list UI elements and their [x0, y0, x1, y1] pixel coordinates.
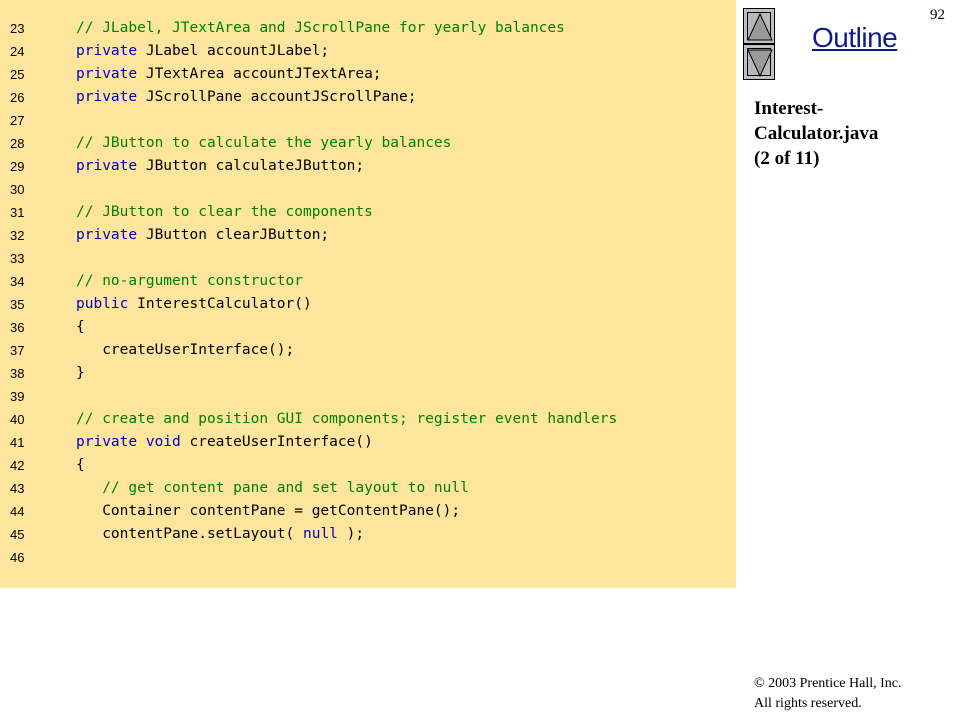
code-token-comment: // get content pane and set layout to nu…	[102, 480, 469, 496]
line-number: 46	[10, 550, 25, 565]
code-token-comment: // create and position GUI components; r…	[76, 411, 618, 427]
copyright-notice: © 2003 Prentice Hall, Inc. All rights re…	[754, 674, 902, 714]
file-label: Interest- Calculator.java (2 of 11)	[754, 96, 904, 171]
code-text: {	[76, 316, 85, 339]
code-token-keyword: private	[76, 43, 138, 59]
code-token-plain: );	[337, 526, 365, 542]
code-token-plain: JLabel accountJLabel;	[137, 43, 330, 59]
code-token-plain: contentPane.setLayout(	[76, 526, 303, 542]
code-token-plain: {	[76, 457, 85, 473]
code-token-keyword: private	[76, 158, 138, 174]
line-number: 23	[10, 21, 25, 36]
code-token-plain: JScrollPane accountJScrollPane;	[137, 89, 417, 105]
code-text: private JTextArea accountJTextArea;	[76, 63, 382, 86]
line-number: 45	[10, 527, 25, 542]
line-number: 34	[10, 274, 25, 289]
line-number: 43	[10, 481, 25, 496]
code-text: // create and position GUI components; r…	[76, 408, 617, 431]
code-text: private JLabel accountJLabel;	[76, 40, 329, 63]
file-label-line: Interest-	[754, 98, 824, 119]
line-number: 24	[10, 44, 25, 59]
code-text: // JLabel, JTextArea and JScrollPane for…	[76, 17, 565, 40]
code-token-plain: InterestCalculator()	[128, 296, 312, 312]
page-number: 92	[930, 7, 945, 23]
line-number: 28	[10, 136, 25, 151]
line-number: 41	[10, 435, 25, 450]
file-label-line: Calculator.java	[754, 123, 879, 144]
code-token-plain: JButton clearJButton;	[137, 227, 330, 243]
code-text: {	[76, 454, 85, 477]
next-slide-button[interactable]	[743, 44, 775, 80]
code-token-comment: // JButton to clear the components	[76, 204, 373, 220]
code-token-comment: // JButton to calculate the yearly balan…	[76, 135, 452, 151]
code-token-keyword: public	[76, 296, 129, 312]
code-text: createUserInterface();	[76, 339, 294, 362]
code-text: private void createUserInterface()	[76, 431, 373, 454]
code-token-plain: Container contentPane = getContentPane()…	[76, 503, 461, 519]
line-number: 26	[10, 90, 25, 105]
code-token-comment: // no-argument constructor	[76, 273, 303, 289]
code-text: // get content pane and set layout to nu…	[76, 477, 469, 500]
code-text: private JButton calculateJButton;	[76, 155, 364, 178]
code-text: private JScrollPane accountJScrollPane;	[76, 86, 416, 109]
code-token-keyword: private	[76, 89, 138, 105]
triangle-up-icon	[747, 12, 773, 41]
code-text: public InterestCalculator()	[76, 293, 312, 316]
copyright-line: © 2003 Prentice Hall, Inc.	[754, 676, 902, 691]
code-text: // no-argument constructor	[76, 270, 303, 293]
line-number: 44	[10, 504, 25, 519]
line-number: 40	[10, 412, 25, 427]
code-listing: 23 // JLabel, JTextArea and JScrollPane f…	[0, 0, 736, 588]
code-token-plain: {	[76, 319, 85, 335]
code-text: // JButton to clear the components	[76, 201, 373, 224]
code-token-keyword: private	[76, 66, 138, 82]
previous-slide-button[interactable]	[743, 8, 775, 44]
line-number: 30	[10, 182, 25, 197]
line-number: 35	[10, 297, 25, 312]
line-number: 38	[10, 366, 25, 381]
code-token-plain: }	[76, 365, 85, 381]
code-text: // JButton to calculate the yearly balan…	[76, 132, 451, 155]
line-number: 25	[10, 67, 25, 82]
line-number: 27	[10, 113, 25, 128]
code-token-comment: // JLabel, JTextArea and JScrollPane for…	[76, 20, 565, 36]
code-token-plain: JButton calculateJButton;	[137, 158, 365, 174]
triangle-down-icon	[747, 49, 773, 78]
line-number: 37	[10, 343, 25, 358]
code-text: Container contentPane = getContentPane()…	[76, 500, 460, 523]
line-number: 36	[10, 320, 25, 335]
code-text: private JButton clearJButton;	[76, 224, 329, 247]
file-label-line: (2 of 11)	[754, 148, 820, 169]
line-number: 42	[10, 458, 25, 473]
line-number: 32	[10, 228, 25, 243]
code-token-plain: createUserInterface();	[76, 342, 295, 358]
line-number: 31	[10, 205, 25, 220]
code-token-plain: createUserInterface()	[180, 434, 373, 450]
copyright-line: All rights reserved.	[754, 696, 862, 711]
code-token-keyword: private	[76, 227, 138, 243]
outline-link[interactable]: Outline	[812, 22, 898, 54]
code-text: }	[76, 362, 85, 385]
code-token-plain: JTextArea accountJTextArea;	[137, 66, 382, 82]
code-token-keyword: null	[302, 526, 338, 542]
line-number: 29	[10, 159, 25, 174]
line-number: 33	[10, 251, 25, 266]
line-number: 39	[10, 389, 25, 404]
code-text: contentPane.setLayout( null );	[76, 523, 364, 546]
code-token-keyword: private void	[76, 434, 181, 450]
